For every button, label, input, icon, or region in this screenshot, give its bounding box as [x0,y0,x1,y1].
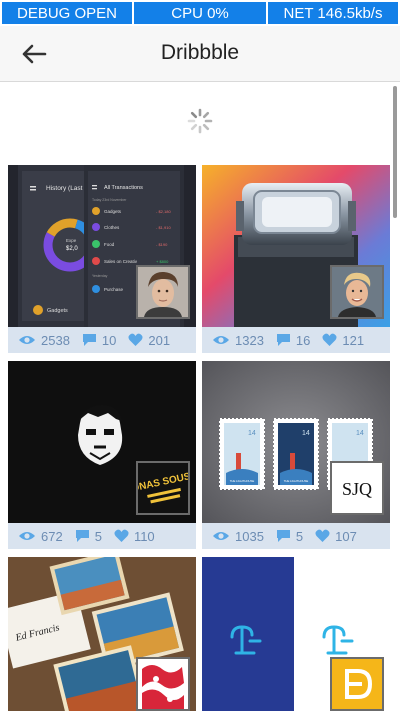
comments-stat: 10 [82,333,116,348]
amount-2: - $1,910 [156,225,171,230]
sjq-text: SJQ [342,479,372,499]
shot-stats-bar: 672 5 110 [8,523,196,549]
stamp-number-2: 14 [302,430,310,437]
likes-stat: 110 [114,529,155,544]
shot-card[interactable] [202,557,390,711]
views-count: 2538 [41,332,70,348]
sales-label: Sales on Creativ [104,259,138,264]
eye-icon [213,532,229,540]
amount-3: - $190 [156,242,168,247]
shot-stats-bar: 1035 5 107 [202,523,390,549]
likes-stat: 121 [322,333,364,348]
avatar[interactable] [330,265,384,319]
likes-count: 121 [342,332,365,348]
loading-spinner-icon [187,108,213,134]
donut-amount-label: $2,0 [66,246,78,252]
scrollbar-thumb[interactable] [393,86,397,218]
stamp-name-1: THE LIGHTHOUSE [230,479,255,483]
comments-stat: 5 [276,529,303,544]
app-screen: DEBUG OPEN CPU 0% NET 146.5kb/s Dribbble [0,0,400,711]
shot-card[interactable]: JONAS SOUSA 672 5 110 [8,361,196,549]
eye-icon [19,532,35,540]
pattern-avatar-icon [138,659,188,709]
stamp-number-1: 14 [248,430,256,437]
views-stat: 2538 [18,333,70,348]
comments-stat: 16 [276,333,310,348]
shot-stats-bar: 2538 10 201 [8,327,196,353]
shot-card[interactable]: Ed Francis [8,557,196,711]
page-title: Dribbble [160,41,240,64]
nav-header: Dribbble [0,26,400,82]
likes-stat: 201 [128,333,170,348]
heart-icon [322,333,337,346]
views-stat: 1323 [212,333,264,348]
shot-card[interactable]: 1323 16 121 [202,165,390,353]
heart-icon [128,333,143,346]
eye-icon [19,336,35,344]
comments-count: 16 [295,332,311,348]
purchase-label: Purchase [104,287,124,292]
comment-icon [82,334,96,346]
heart-icon [315,529,330,542]
likes-count: 201 [148,332,171,348]
letter-d-logo-icon [332,659,382,709]
person-portrait-icon [138,267,188,317]
comments-count: 5 [94,528,102,544]
donut-expense-label: Expe [66,238,77,243]
avatar[interactable] [136,657,190,711]
sjq-logo-icon: SJQ [332,463,382,513]
heart-icon [114,529,129,542]
views-count: 1035 [235,528,264,544]
shot-card[interactable]: 14 THE LIGHTHOUSE 14 THE LIGHTHOUSE 14 S… [202,361,390,549]
gadgets-label-left: Gadgets [47,308,68,314]
avatar[interactable] [136,265,190,319]
stamp-name-2: THE LIGHTHOUSE [284,479,309,483]
logo-avatar-icon: JONAS SOUSA [138,463,188,513]
views-stat: 1035 [212,529,264,544]
amount-1: - $2,180 [156,209,171,214]
stamp-number-3: 14 [356,430,364,437]
comment-icon [75,530,89,542]
shot-stats-bar: 1323 16 121 [202,327,390,353]
debug-net-label: NET 146.5kb/s [268,0,400,26]
views-stat: 672 [18,529,63,544]
person-portrait-icon [332,267,382,317]
debug-bar: DEBUG OPEN CPU 0% NET 146.5kb/s [0,0,400,26]
avatar[interactable] [330,657,384,711]
transactions-title: All Transactions [104,185,143,191]
clothes-label: Clothes [104,225,120,230]
comments-count: 10 [101,332,117,348]
gadgets-label-right: Gadgets [104,209,122,214]
eye-icon [213,336,229,344]
comments-count: 5 [295,528,304,544]
comment-icon [276,530,290,542]
history-title: History (Last [46,185,83,192]
views-count: 1323 [235,332,264,348]
avatar[interactable]: SJQ [330,461,384,515]
avatar[interactable]: JONAS SOUSA [136,461,190,515]
amount-4: + $800 [156,259,169,264]
yesterday-label: Yesterday [92,274,108,278]
debug-open-label[interactable]: DEBUG OPEN [0,0,134,26]
views-count: 672 [41,528,63,544]
likes-count: 110 [133,528,155,544]
food-label: Food [104,242,115,247]
likes-stat: 107 [315,529,357,544]
likes-count: 107 [335,528,357,544]
today-label: Today 23rd November [92,198,127,202]
debug-cpu-label: CPU 0% [134,0,268,26]
shot-card[interactable]: History (Last Expe $2,0 Gadgets All Tran… [8,165,196,353]
comment-icon [276,334,290,346]
comments-stat: 5 [75,529,102,544]
